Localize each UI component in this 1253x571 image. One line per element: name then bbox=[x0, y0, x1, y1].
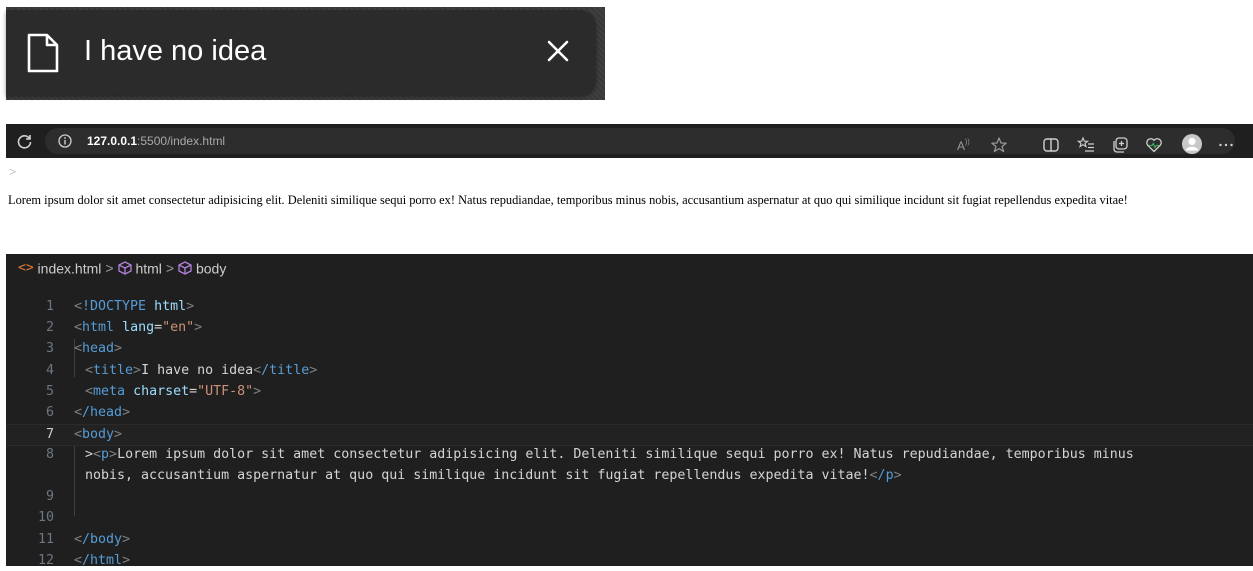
read-aloud-icon[interactable]: A )) bbox=[955, 136, 973, 154]
code-line[interactable]: 8 ><p>Lorem ipsum dolor sit amet consecte… bbox=[6, 445, 1253, 465]
breadcrumb-html[interactable]: html bbox=[135, 260, 161, 276]
split-screen-icon[interactable] bbox=[1042, 136, 1060, 154]
code-line[interactable]: 4 <title>I have no idea</title> bbox=[6, 361, 1253, 381]
svg-text:)): )) bbox=[965, 139, 970, 146]
line-number: 2 bbox=[45, 320, 54, 335]
code-line[interactable]: 6 </head> bbox=[6, 403, 1253, 423]
code-line[interactable]: 3 <head> bbox=[6, 339, 1253, 359]
editor-breadcrumb: <> index.html > html > body bbox=[18, 258, 226, 276]
line-number: 1 bbox=[45, 299, 54, 314]
code-line[interactable]: 12 </html> bbox=[6, 551, 1253, 571]
code-line[interactable]: 5 <meta charset="UTF-8"> bbox=[6, 382, 1253, 402]
code-text[interactable]: ><p>Lorem ipsum dolor sit amet consectet… bbox=[85, 445, 1134, 465]
code-line[interactable]: nobis, accusantium aspernatur at quo qui… bbox=[6, 466, 1253, 486]
line-number: 11 bbox=[37, 532, 54, 547]
code-text[interactable]: <head> bbox=[74, 339, 122, 359]
line-number: 10 bbox=[37, 510, 54, 525]
breadcrumb-file[interactable]: index.html bbox=[38, 260, 102, 276]
code-text[interactable]: </html> bbox=[74, 551, 130, 571]
code-text[interactable]: nobis, accusantium aspernatur at quo qui… bbox=[85, 466, 902, 486]
line-number: 4 bbox=[45, 363, 54, 378]
page-icon bbox=[27, 33, 59, 73]
line-number: 7 bbox=[45, 427, 54, 442]
collections-icon[interactable] bbox=[1111, 136, 1129, 154]
browser-essentials-icon[interactable] bbox=[1145, 136, 1163, 154]
info-icon[interactable] bbox=[58, 134, 72, 148]
code-line[interactable]: 10 bbox=[6, 508, 1253, 528]
code-line[interactable]: 7 <body> bbox=[6, 424, 1253, 446]
code-text[interactable]: <html lang="en"> bbox=[74, 318, 202, 338]
favorites-list-icon[interactable] bbox=[1077, 136, 1095, 154]
tab-strip-crop: I have no idea bbox=[6, 7, 605, 100]
cube-icon bbox=[117, 261, 132, 275]
favorite-star-icon[interactable] bbox=[990, 136, 1008, 154]
code-editor[interactable]: <> index.html > html > body 1 <!DOCTYPE htm… bbox=[6, 254, 1253, 568]
stray-caret-text: > bbox=[9, 164, 17, 179]
line-number: 8 bbox=[45, 447, 54, 462]
browser-toolbar: 127.0.0.1:5500/index.html A )) bbox=[6, 124, 1253, 158]
chevron-right-icon: > bbox=[165, 260, 175, 277]
breadcrumb-body[interactable]: body bbox=[196, 260, 226, 276]
code-text[interactable]: </head> bbox=[74, 403, 130, 423]
code-line[interactable]: 9 bbox=[6, 487, 1253, 507]
tab-title: I have no idea bbox=[84, 35, 267, 67]
svg-text:A: A bbox=[957, 139, 965, 153]
code-text[interactable]: <body> bbox=[74, 425, 122, 445]
line-number: 5 bbox=[45, 384, 54, 399]
html-file-icon: <> bbox=[18, 260, 34, 276]
profile-avatar-icon[interactable] bbox=[1181, 133, 1203, 155]
reload-icon[interactable] bbox=[16, 133, 33, 150]
code-line[interactable]: 2 <html lang="en"> bbox=[6, 318, 1253, 338]
line-number: 12 bbox=[37, 553, 54, 568]
line-number: 6 bbox=[45, 405, 54, 420]
code-text[interactable]: <meta charset="UTF-8"> bbox=[85, 382, 261, 402]
close-icon[interactable] bbox=[542, 35, 574, 67]
rendered-paragraph: Lorem ipsum dolor sit amet consectetur a… bbox=[8, 193, 1128, 207]
code-line[interactable]: 11 </body> bbox=[6, 530, 1253, 550]
line-number: 9 bbox=[45, 489, 54, 504]
address-bar[interactable]: 127.0.0.1:5500/index.html A )) bbox=[45, 128, 1235, 154]
code-text[interactable]: <title>I have no idea</title> bbox=[85, 361, 317, 381]
chevron-right-icon: > bbox=[105, 260, 114, 277]
line-number: 3 bbox=[45, 341, 54, 356]
code-line[interactable]: 1 <!DOCTYPE html> bbox=[6, 297, 1253, 317]
more-options-icon[interactable] bbox=[1217, 136, 1235, 154]
code-text[interactable]: <!DOCTYPE html> bbox=[74, 297, 194, 317]
code-text[interactable]: </body> bbox=[74, 530, 130, 550]
cube-icon bbox=[178, 261, 192, 275]
url-text[interactable]: 127.0.0.1:5500/index.html bbox=[87, 132, 225, 150]
browser-tab[interactable]: I have no idea bbox=[6, 10, 596, 95]
